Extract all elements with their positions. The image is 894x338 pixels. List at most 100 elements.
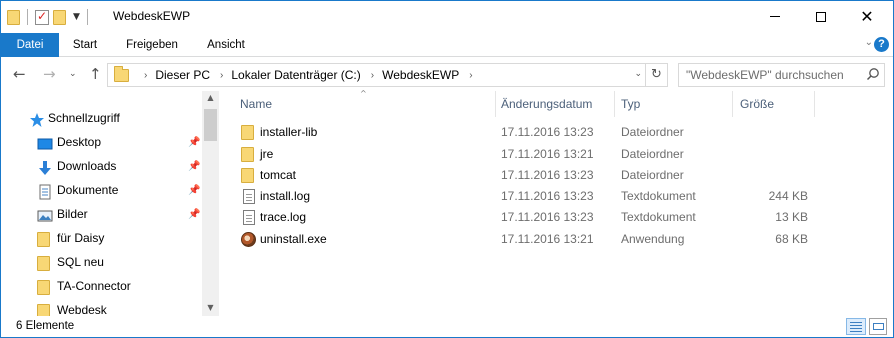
- file-type: Anwendung: [621, 232, 685, 246]
- tab-freigeben[interactable]: Freigeben: [113, 33, 191, 57]
- pin-icon[interactable]: 📌: [188, 161, 200, 173]
- file-type: Dateiordner: [621, 168, 684, 182]
- recent-locations-icon[interactable]: ⌄: [69, 69, 77, 79]
- pin-icon[interactable]: 📌: [188, 185, 200, 197]
- sidebar-item-downloads[interactable]: Downloads 📌: [1, 155, 201, 179]
- back-arrow-icon[interactable]: ←: [13, 65, 26, 83]
- forward-arrow-icon[interactable]: →: [43, 65, 56, 83]
- help-icon[interactable]: ?: [874, 37, 889, 52]
- properties-icon[interactable]: [35, 9, 49, 25]
- table-row[interactable]: uninstall.exe 17.11.2016 13:21 Anwendung…: [220, 229, 820, 250]
- sidebar-item-desktop[interactable]: Desktop 📌: [1, 131, 201, 155]
- sidebar-item-webdesk[interactable]: Webdesk: [1, 299, 201, 316]
- sidebar-item-ta-connector[interactable]: TA-Connector: [1, 275, 201, 299]
- file-list: ^ Name Änderungsdatum Typ Größe installe…: [220, 89, 893, 316]
- folder-icon-wrap: [37, 304, 53, 316]
- folder-icon-wrap: [241, 168, 257, 183]
- window-title: WebdeskEWP: [113, 9, 191, 23]
- search-icon[interactable]: [866, 67, 880, 81]
- address-bar[interactable]: › Dieser PC › Lokaler Datenträger (C:) ›…: [107, 63, 668, 87]
- search-box[interactable]: [678, 63, 885, 87]
- breadcrumb-webdeskewp[interactable]: WebdeskEWP: [382, 68, 459, 82]
- sidebar-item-pictures[interactable]: Bilder 📌: [1, 203, 201, 227]
- pin-icon[interactable]: 📌: [188, 137, 200, 149]
- breadcrumb-local-disk[interactable]: Lokaler Datenträger (C:): [231, 68, 360, 82]
- sidebar-item-label: für Daisy: [57, 231, 105, 245]
- pin-icon[interactable]: 📌: [188, 209, 200, 221]
- pictures-icon: [37, 210, 53, 222]
- sidebar-item-label: Desktop: [57, 135, 102, 149]
- file-name: tomcat: [260, 168, 297, 182]
- file-date: 17.11.2016 13:21: [501, 147, 594, 161]
- address-dropdown-icon[interactable]: ⌄: [634, 69, 642, 79]
- column-header-type[interactable]: Typ: [621, 91, 732, 117]
- breadcrumb-chevron-icon[interactable]: ›: [371, 70, 374, 81]
- column-header-date[interactable]: Änderungsdatum: [501, 91, 614, 117]
- column-header-size[interactable]: Größe: [740, 91, 812, 117]
- scroll-up-icon[interactable]: ▲: [202, 93, 219, 102]
- breadcrumb-this-pc[interactable]: Dieser PC: [155, 68, 210, 82]
- file-type: Dateiordner: [621, 125, 684, 139]
- sidebar-item-label: TA-Connector: [57, 279, 131, 293]
- file-name: jre: [260, 147, 274, 161]
- table-row[interactable]: jre 17.11.2016 13:21 Dateiordner: [220, 144, 820, 165]
- toolbar-divider: [86, 9, 88, 25]
- tab-datei[interactable]: Datei: [1, 33, 59, 57]
- customize-toolbar-icon[interactable]: ▼: [73, 12, 80, 22]
- quick-access-toolbar: ▼: [7, 8, 91, 26]
- table-row[interactable]: trace.log 17.11.2016 13:23 Textdokument …: [220, 207, 820, 228]
- file-name: installer-lib: [260, 125, 318, 139]
- table-row[interactable]: installer-lib 17.11.2016 13:23 Dateiordn…: [220, 122, 820, 143]
- text-document-icon: [243, 210, 255, 225]
- text-document-icon-wrap: [241, 210, 257, 225]
- scroll-down-icon[interactable]: ▼: [202, 303, 219, 312]
- breadcrumb-chevron-icon[interactable]: ›: [469, 70, 472, 81]
- folder-icon-wrap: [37, 280, 53, 296]
- scrollbar-thumb[interactable]: [204, 109, 217, 141]
- sidebar-item-quick-access[interactable]: Schnellzugriff: [1, 107, 201, 131]
- breadcrumb-chevron-icon[interactable]: ›: [220, 70, 223, 81]
- sidebar-item-fuer-daisy[interactable]: für Daisy: [1, 227, 201, 251]
- details-view-icon[interactable]: [846, 318, 866, 335]
- minimize-button[interactable]: [752, 1, 798, 32]
- column-divider[interactable]: [614, 91, 615, 117]
- large-icons-view-icon[interactable]: [869, 318, 887, 335]
- tab-ansicht[interactable]: Ansicht: [191, 33, 261, 57]
- navigation-scrollbar[interactable]: ▲ ▼: [202, 91, 219, 316]
- breadcrumb-chevron-icon[interactable]: ›: [144, 70, 147, 81]
- close-button[interactable]: ✕: [844, 1, 890, 32]
- file-name: trace.log: [260, 210, 307, 224]
- sidebar-item-documents[interactable]: Dokumente 📌: [1, 179, 201, 203]
- expand-ribbon-icon[interactable]: ⌄: [865, 37, 873, 48]
- maximize-button[interactable]: [798, 1, 844, 32]
- file-size: 68 KB: [775, 232, 808, 246]
- new-folder-icon[interactable]: [53, 9, 66, 25]
- breadcrumb: › Dieser PC › Lokaler Datenträger (C:) ›…: [134, 64, 481, 86]
- file-name: install.log: [260, 189, 311, 203]
- column-divider[interactable]: [814, 91, 815, 117]
- up-arrow-icon[interactable]: ↑: [89, 65, 102, 83]
- file-date: 17.11.2016 13:23: [501, 168, 594, 182]
- folder-icon: [37, 232, 50, 247]
- sidebar-item-label: Webdesk: [57, 303, 107, 316]
- file-type: Textdokument: [621, 210, 696, 224]
- file-date: 17.11.2016 13:23: [501, 210, 594, 224]
- folder-icon: [241, 125, 254, 140]
- refresh-icon[interactable]: ↻: [645, 64, 667, 86]
- sidebar-item-label: Bilder: [57, 207, 88, 221]
- table-row[interactable]: install.log 17.11.2016 13:23 Textdokumen…: [220, 186, 820, 207]
- application-icon: [241, 232, 256, 247]
- file-date: 17.11.2016 13:23: [501, 125, 594, 139]
- column-divider[interactable]: [732, 91, 733, 117]
- navigation-bar: ← → ⌄ ↑ › Dieser PC › Lokaler Datenträge…: [1, 58, 893, 91]
- file-date: 17.11.2016 13:21: [501, 232, 594, 246]
- search-input[interactable]: [679, 64, 859, 86]
- column-header-name[interactable]: Name: [240, 91, 495, 117]
- file-type: Textdokument: [621, 189, 696, 203]
- table-row[interactable]: tomcat 17.11.2016 13:23 Dateiordner: [220, 165, 820, 186]
- toolbar-divider: [27, 9, 28, 25]
- column-divider[interactable]: [495, 91, 496, 117]
- text-document-icon-wrap: [241, 189, 257, 204]
- sidebar-item-sql-neu[interactable]: SQL neu: [1, 251, 201, 275]
- tab-start[interactable]: Start: [59, 33, 111, 57]
